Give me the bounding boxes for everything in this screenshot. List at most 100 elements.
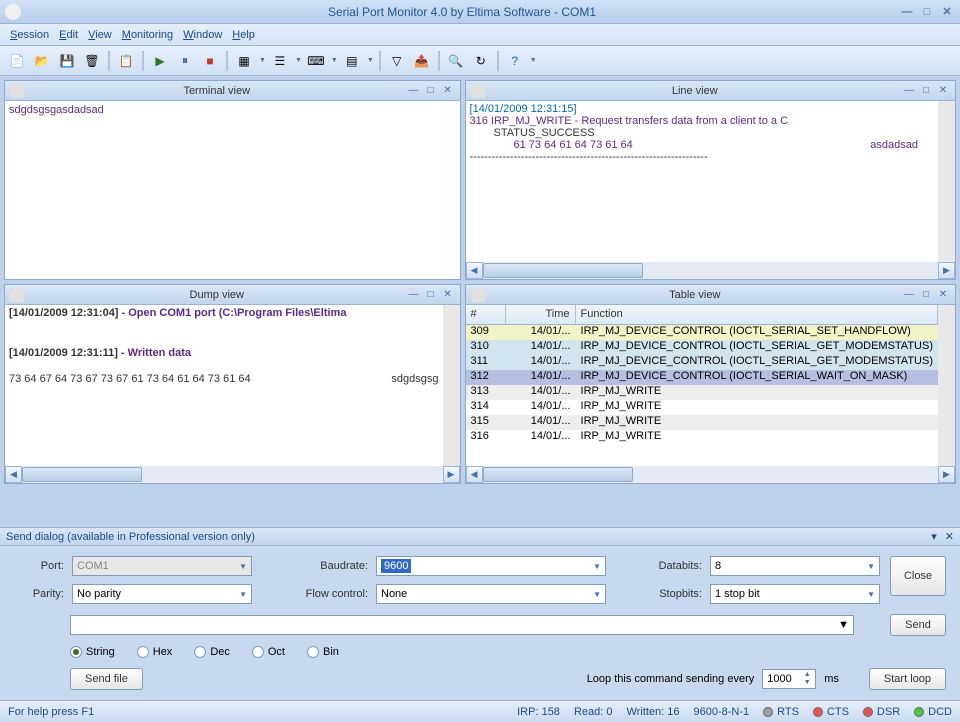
dump-body[interactable]: [14/01/2009 12:31:04] - Open COM1 port (…: [5, 305, 443, 466]
horizontal-scrollbar[interactable]: ◀ ▶: [466, 262, 955, 279]
new-icon[interactable]: 📄: [6, 50, 28, 72]
open-icon[interactable]: 📂: [31, 50, 53, 72]
copy-icon[interactable]: 📋: [115, 50, 137, 72]
close-button[interactable]: ✕: [939, 5, 955, 19]
horizontal-scrollbar[interactable]: ◀ ▶: [5, 466, 460, 483]
scroll-right-icon[interactable]: ▶: [938, 262, 955, 279]
dump-ts1: [14/01/2009 12:31:04]: [9, 307, 118, 319]
pane-minimize-button[interactable]: —: [407, 85, 421, 97]
menu-view[interactable]: View: [88, 29, 112, 41]
keyboard-icon[interactable]: ⌨: [305, 50, 327, 72]
loop-interval-input[interactable]: 1000 ▲▼: [762, 669, 816, 689]
terminal-icon: [10, 84, 24, 98]
pane-maximize-button[interactable]: □: [424, 85, 438, 97]
help-icon[interactable]: ?: [504, 50, 526, 72]
pane-close-button[interactable]: ✕: [441, 289, 455, 301]
baudrate-combo[interactable]: 9600▼: [376, 556, 606, 576]
grid-icon[interactable]: ▦: [233, 50, 255, 72]
menu-edit[interactable]: Edit: [59, 29, 78, 41]
menu-monitoring[interactable]: Monitoring: [122, 29, 173, 41]
radio-dec[interactable]: Dec: [194, 646, 230, 658]
radio-oct[interactable]: Oct: [252, 646, 285, 658]
terminal-pane: Terminal view — □ ✕ sdgdsgsgasdadsad: [4, 80, 461, 280]
close-panel-icon[interactable]: ✕: [945, 530, 954, 543]
play-icon[interactable]: ▶: [149, 50, 171, 72]
parity-combo[interactable]: No parity▼: [72, 584, 252, 604]
table-row[interactable]: 31614/01/...IRP_MJ_WRITE: [466, 430, 938, 445]
minimize-button[interactable]: —: [899, 5, 915, 19]
pane-minimize-button[interactable]: —: [407, 289, 421, 301]
table-row[interactable]: 31514/01/...IRP_MJ_WRITE: [466, 415, 938, 430]
pin-icon[interactable]: ▾: [931, 530, 937, 543]
toolbar: 📄 📂 💾 🗑 📋 ▶ ⏸ ■ ▦▼ ☰▼ ⌨▼ ▤▼ ▽ 📤 🔍 ↻ ?▼: [0, 46, 960, 76]
pane-minimize-button[interactable]: —: [902, 85, 916, 97]
databits-combo[interactable]: 8▼: [710, 556, 880, 576]
filter-icon[interactable]: ▽: [386, 50, 408, 72]
table-icon[interactable]: ▤: [341, 50, 363, 72]
pane-close-button[interactable]: ✕: [936, 289, 950, 301]
terminal-text: sdgdsgsgasdadsad: [9, 104, 104, 116]
line-status: STATUS_SUCCESS: [470, 127, 934, 139]
export-icon[interactable]: 📤: [411, 50, 433, 72]
delete-icon[interactable]: 🗑: [81, 50, 103, 72]
table-row[interactable]: 31314/01/...IRP_MJ_WRITE: [466, 385, 938, 400]
refresh-icon[interactable]: ↻: [470, 50, 492, 72]
line-pane: Line view — □ ✕ [14/01/2009 12:31:15] 31…: [465, 80, 956, 280]
pane-maximize-button[interactable]: □: [424, 289, 438, 301]
table-row[interactable]: 30914/01/...IRP_MJ_DEVICE_CONTROL (IOCTL…: [466, 325, 938, 340]
menu-help[interactable]: Help: [232, 29, 255, 41]
maximize-button[interactable]: □: [919, 5, 935, 19]
vertical-scrollbar[interactable]: [938, 305, 955, 466]
send-button[interactable]: Send: [890, 614, 946, 636]
stopbits-combo[interactable]: 1 stop bit▼: [710, 584, 880, 604]
pane-close-button[interactable]: ✕: [441, 85, 455, 97]
save-icon[interactable]: 💾: [56, 50, 78, 72]
col-time[interactable]: Time: [506, 305, 576, 324]
col-number[interactable]: #: [466, 305, 506, 324]
window-title: Serial Port Monitor 4.0 by Eltima Softwa…: [29, 5, 895, 19]
table-row[interactable]: 31014/01/...IRP_MJ_DEVICE_CONTROL (IOCTL…: [466, 340, 938, 355]
pane-maximize-button[interactable]: □: [919, 85, 933, 97]
sendfile-button[interactable]: Send file: [70, 668, 143, 690]
radio-string[interactable]: String: [70, 646, 115, 658]
workspace: Terminal view — □ ✕ sdgdsgsgasdadsad Lin…: [0, 76, 960, 527]
scroll-right-icon[interactable]: ▶: [938, 466, 955, 483]
table-row[interactable]: 31414/01/...IRP_MJ_WRITE: [466, 400, 938, 415]
line-hex: 61 73 64 61 64 73 61 64: [470, 139, 633, 151]
zoom-icon[interactable]: 🔍: [445, 50, 467, 72]
startloop-button[interactable]: Start loop: [869, 668, 946, 690]
menu-session[interactable]: Session: [10, 29, 49, 41]
line-icon: [471, 84, 485, 98]
status-bar: For help press F1 IRP: 158 Read: 0 Writt…: [0, 700, 960, 722]
horizontal-scrollbar[interactable]: ◀ ▶: [466, 466, 955, 483]
pane-minimize-button[interactable]: —: [902, 289, 916, 301]
scroll-left-icon[interactable]: ◀: [466, 466, 483, 483]
scroll-left-icon[interactable]: ◀: [466, 262, 483, 279]
terminal-body[interactable]: sdgdsgsgasdadsad: [5, 101, 460, 279]
status-dsr: DSR: [863, 706, 900, 718]
stop-icon[interactable]: ■: [199, 50, 221, 72]
list-icon[interactable]: ☰: [269, 50, 291, 72]
vertical-scrollbar[interactable]: [938, 101, 955, 262]
col-function[interactable]: Function: [576, 305, 938, 324]
flowcontrol-combo[interactable]: None▼: [376, 584, 606, 604]
pane-close-button[interactable]: ✕: [936, 85, 950, 97]
vertical-scrollbar[interactable]: [443, 305, 460, 466]
status-mode: 9600-8-N-1: [693, 706, 749, 718]
table-row[interactable]: 31214/01/...IRP_MJ_DEVICE_CONTROL (IOCTL…: [466, 370, 938, 385]
status-cts: CTS: [813, 706, 849, 718]
menu-bar: Session Edit View Monitoring Window Help: [0, 24, 960, 46]
pause-icon[interactable]: ⏸: [174, 50, 196, 72]
radio-bin[interactable]: Bin: [307, 646, 339, 658]
scroll-left-icon[interactable]: ◀: [5, 466, 22, 483]
pane-maximize-button[interactable]: □: [919, 289, 933, 301]
scroll-right-icon[interactable]: ▶: [443, 466, 460, 483]
close-button[interactable]: Close: [890, 556, 946, 596]
menu-window[interactable]: Window: [183, 29, 222, 41]
send-text-input[interactable]: ▼: [70, 615, 854, 635]
line-entry: 316 IRP_MJ_WRITE - Request transfers dat…: [470, 115, 934, 127]
line-body[interactable]: [14/01/2009 12:31:15] 316 IRP_MJ_WRITE -…: [466, 101, 938, 262]
port-combo[interactable]: COM1▼: [72, 556, 252, 576]
table-row[interactable]: 31114/01/...IRP_MJ_DEVICE_CONTROL (IOCTL…: [466, 355, 938, 370]
radio-hex[interactable]: Hex: [137, 646, 173, 658]
